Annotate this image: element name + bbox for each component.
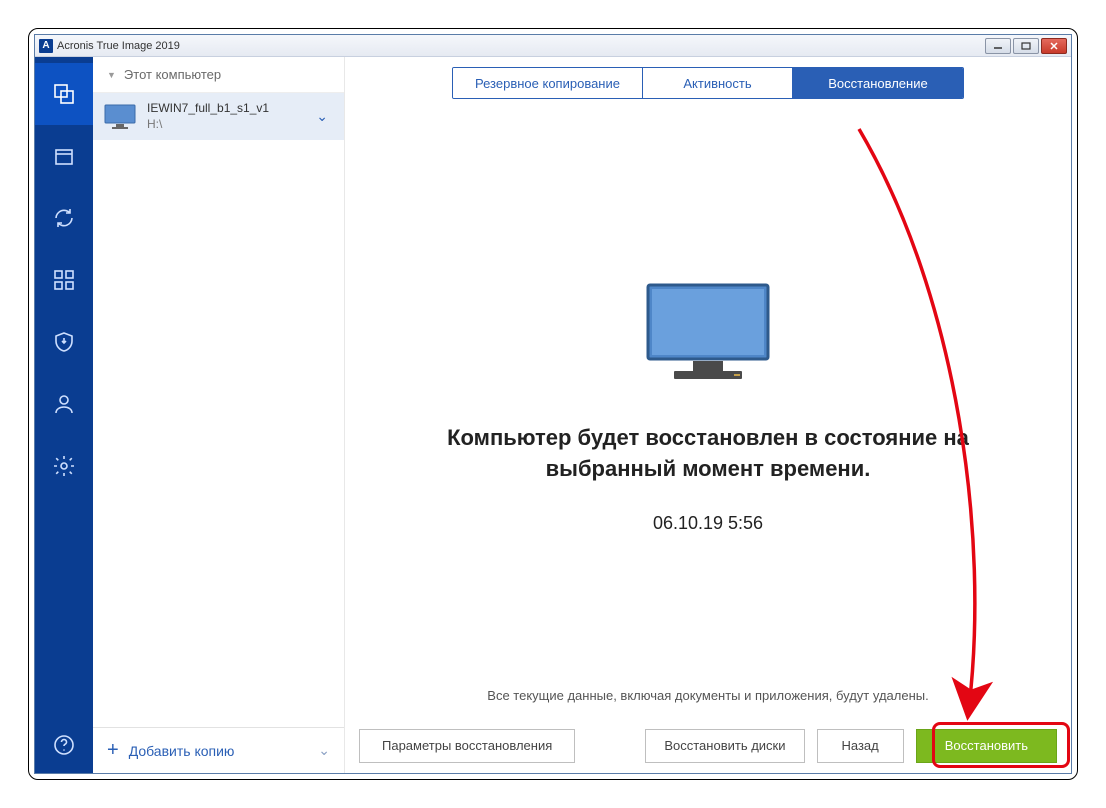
- titlebar: A Acronis True Image 2019: [35, 35, 1071, 57]
- close-button[interactable]: [1041, 38, 1067, 54]
- nav-sync-icon[interactable]: [35, 187, 93, 249]
- recovery-timestamp: 06.10.19 5:56: [653, 513, 763, 534]
- nav-backup-icon[interactable]: [35, 63, 93, 125]
- nav-protection-icon[interactable]: [35, 311, 93, 373]
- add-backup-label: Добавить копию: [129, 743, 235, 759]
- recovery-headline: Компьютер будет восстановлен в состояние…: [408, 423, 1008, 485]
- window-controls: [985, 38, 1067, 54]
- backup-list-item[interactable]: IEWIN7_full_b1_s1_v1 H:\ ⌄: [93, 93, 344, 140]
- body-area: ▼ Этот компьютер IEWIN7_full_b1_s1_v1 H:…: [35, 57, 1071, 773]
- tab-row: Резервное копирование Активность Восстан…: [345, 57, 1071, 109]
- minimize-button[interactable]: [985, 38, 1011, 54]
- footer-actions: Параметры восстановления Восстановить ди…: [345, 717, 1071, 773]
- back-button[interactable]: Назад: [817, 729, 904, 763]
- app-icon: A: [39, 39, 53, 53]
- app-window: A Acronis True Image 2019: [34, 34, 1072, 774]
- backup-list-column: ▼ Этот компьютер IEWIN7_full_b1_s1_v1 H:…: [93, 57, 345, 773]
- list-header[interactable]: ▼ Этот компьютер: [93, 57, 344, 93]
- backup-item-name: IEWIN7_full_b1_s1_v1: [147, 101, 300, 117]
- maximize-button[interactable]: [1013, 38, 1039, 54]
- restore-button[interactable]: Восстановить: [916, 729, 1057, 763]
- tab-activity[interactable]: Активность: [643, 68, 793, 98]
- tab-backup[interactable]: Резервное копирование: [453, 68, 643, 98]
- nav-help-icon[interactable]: [35, 717, 93, 773]
- backup-item-location: H:\: [147, 117, 300, 133]
- chevron-down-icon[interactable]: ⌄: [310, 108, 334, 125]
- chevron-down-icon: ⌄: [318, 742, 330, 759]
- nav-tools-icon[interactable]: [35, 249, 93, 311]
- add-backup-button[interactable]: + Добавить копию ⌄: [93, 727, 344, 773]
- left-nav: [35, 57, 93, 773]
- tabs: Резервное копирование Активность Восстан…: [452, 67, 964, 99]
- list-header-label: Этот компьютер: [124, 67, 221, 82]
- main-panel: Резервное копирование Активность Восстан…: [345, 57, 1071, 773]
- nav-settings-icon[interactable]: [35, 435, 93, 497]
- nav-archive-icon[interactable]: [35, 125, 93, 187]
- plus-icon: +: [107, 739, 119, 762]
- window-title: Acronis True Image 2019: [57, 40, 985, 52]
- restore-disks-button[interactable]: Восстановить диски: [645, 729, 804, 763]
- tab-recovery[interactable]: Восстановление: [793, 68, 963, 98]
- collapse-icon: ▼: [107, 70, 116, 80]
- monitor-illustration: [638, 279, 778, 389]
- recovery-params-button[interactable]: Параметры восстановления: [359, 729, 575, 763]
- screenshot-frame: A Acronis True Image 2019: [28, 28, 1078, 780]
- recovery-warning-text: Все текущие данные, включая документы и …: [345, 688, 1071, 703]
- nav-account-icon[interactable]: [35, 373, 93, 435]
- monitor-icon: [103, 103, 137, 131]
- content-area: Компьютер будет восстановлен в состояние…: [345, 109, 1071, 717]
- backup-item-texts: IEWIN7_full_b1_s1_v1 H:\: [147, 101, 300, 132]
